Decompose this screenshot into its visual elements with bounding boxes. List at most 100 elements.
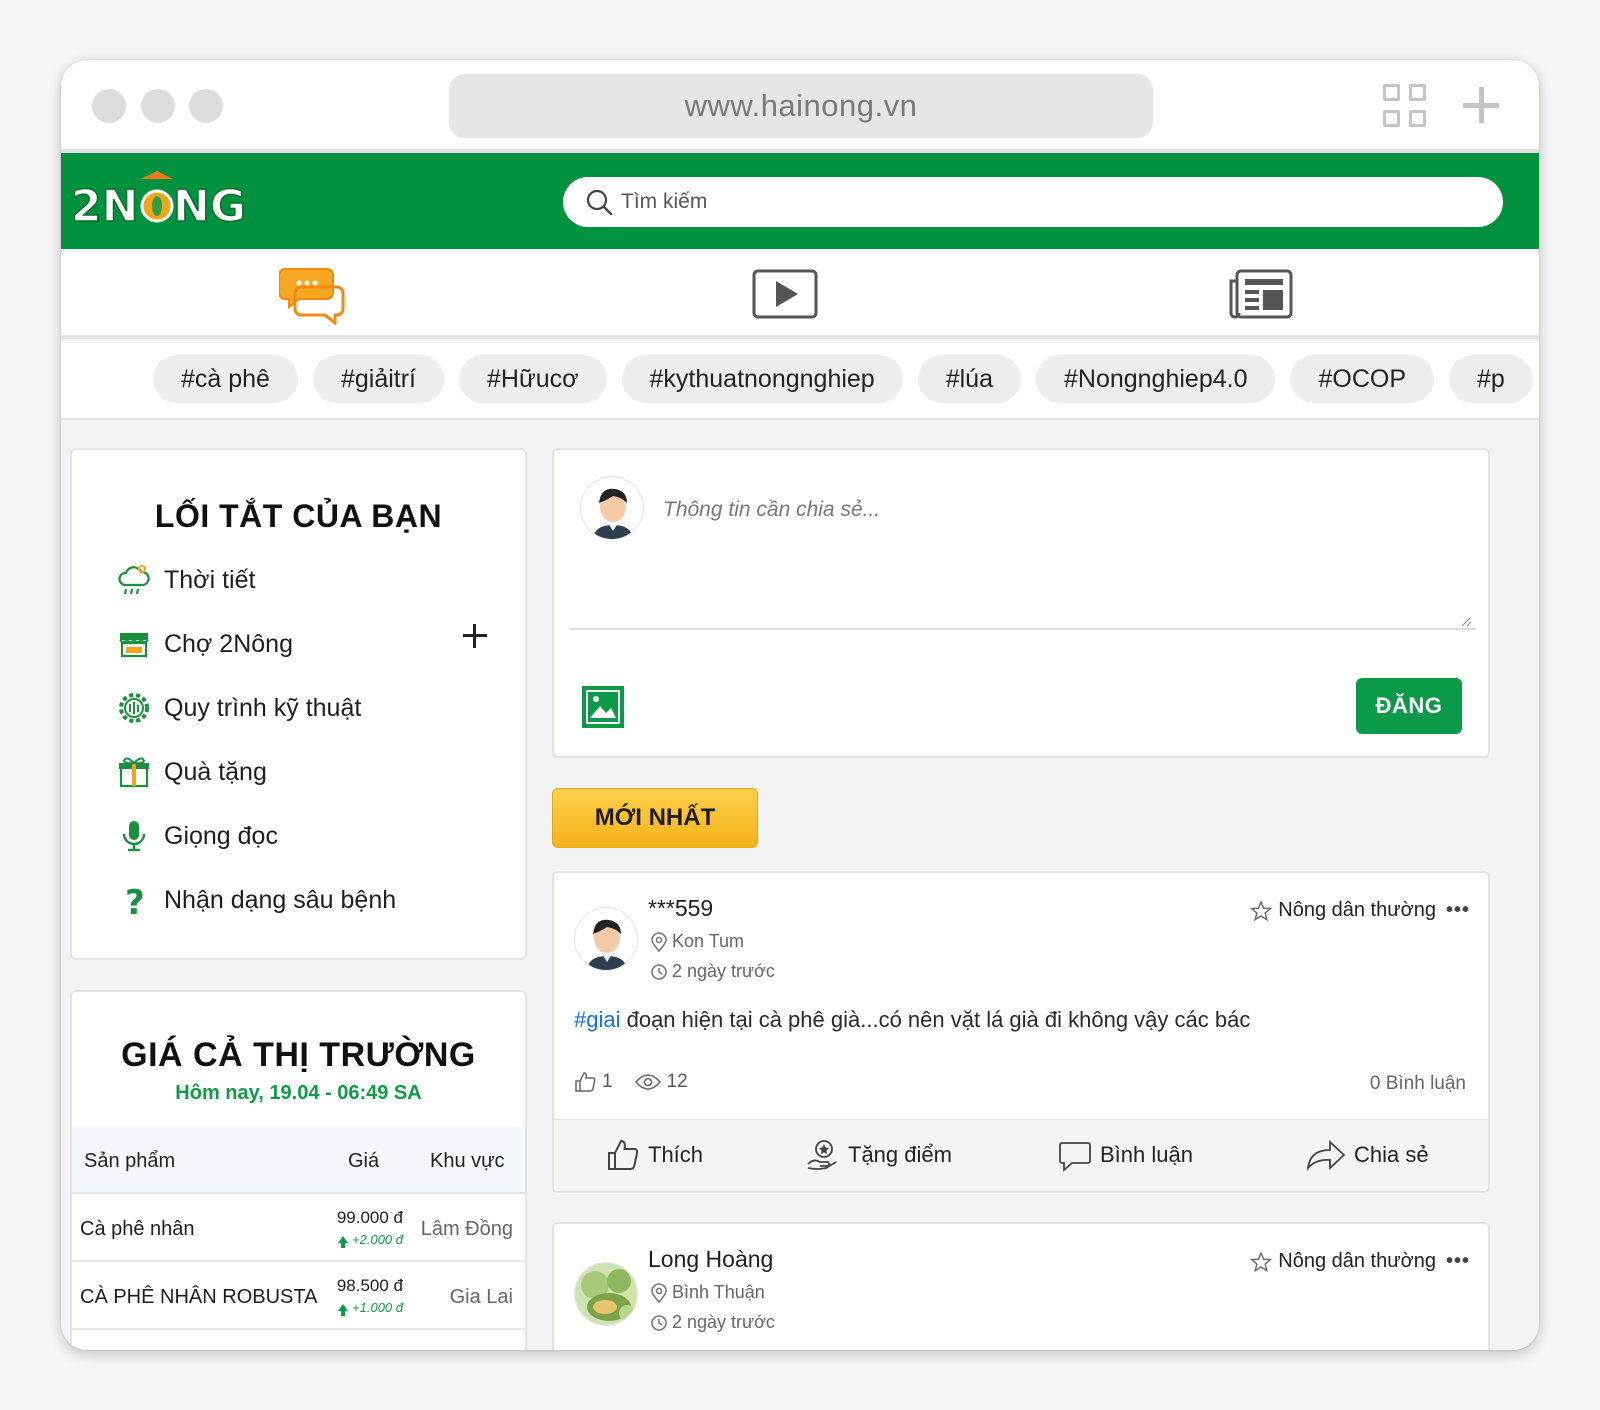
hashtag-chip[interactable]: #p — [1449, 355, 1533, 403]
arrow-up-icon — [338, 1236, 349, 1248]
search-input[interactable]: Tìm kiếm — [621, 190, 707, 214]
post-button[interactable]: ĐĂNG — [1356, 678, 1462, 734]
svg-text:NG: NG — [173, 181, 244, 231]
like-button[interactable]: Thích — [606, 1138, 703, 1172]
table-row[interactable]: CÀ PHÊ NHÂN ROBUSTA 98.500 đ +1.000 đ Gi… — [72, 1262, 525, 1330]
comment-icon — [1059, 1142, 1091, 1172]
hashtag-chip[interactable]: #Hữucơ — [459, 355, 607, 403]
window-maximize-dot[interactable] — [189, 89, 223, 123]
new-tab-plus-icon[interactable] — [1463, 87, 1499, 123]
gift-icon — [116, 754, 152, 790]
post-author[interactable]: Long Hoàng — [648, 1246, 773, 1273]
post-time: 2 ngày trước — [650, 1312, 775, 1333]
product-region: Gia Lai — [449, 1286, 513, 1308]
thumbs-up-icon — [608, 1139, 639, 1170]
share-arrow-icon — [1306, 1139, 1346, 1171]
user-avatar-photo — [575, 1263, 637, 1325]
hashtag-chip[interactable]: #OCOP — [1290, 355, 1435, 403]
post-composer: Thông tin cần chia sẻ... ĐĂNG — [552, 448, 1490, 758]
comment-button[interactable]: Bình luận — [1058, 1138, 1193, 1172]
post-location-text: Bình Thuận — [672, 1282, 765, 1302]
user-rank-text: Nông dân thường — [1278, 1250, 1436, 1272]
like-count-value: 1 — [602, 1071, 613, 1092]
shortcut-technical-process[interactable]: Quy trình kỹ thuật — [116, 688, 496, 728]
view-count: 12 — [634, 1071, 688, 1093]
price-change-value: +2.000 đ — [352, 1232, 403, 1247]
shortcuts-title: LỐI TẮT CỦA BẠN — [154, 498, 443, 534]
comment-label: Bình luận — [1100, 1142, 1193, 1167]
newspaper-icon[interactable] — [1227, 269, 1293, 324]
content-type-nav — [61, 249, 1539, 339]
add-image-icon[interactable] — [582, 686, 624, 728]
market-prices-card: GIÁ CẢ THỊ TRƯỜNG Hôm nay, 19.04 - 06:49… — [70, 990, 527, 1350]
chat-bubbles-icon[interactable] — [278, 265, 345, 330]
shortcut-label: Nhận dạng sâu bệnh — [164, 885, 397, 914]
post-author[interactable]: ***559 — [648, 895, 713, 922]
give-points-label: Tặng điểm — [848, 1142, 952, 1167]
logo-graphic: 2N NG — [70, 171, 247, 233]
market-title: GIÁ CẢ THỊ TRƯỜNG — [121, 1036, 476, 1074]
resize-handle-icon[interactable] — [1460, 618, 1472, 626]
column-header-price: Giá — [348, 1150, 380, 1172]
user-rank: Nông dân thường ••• — [1250, 899, 1470, 922]
feed-post: Long Hoàng Bình Thuận 2 ngày trước Nông … — [552, 1222, 1490, 1350]
post-actions-bar: Thích Tặng điểm Bình luận Chia sẻ — [554, 1119, 1488, 1191]
avatar[interactable] — [580, 476, 644, 540]
more-options-icon[interactable]: ••• — [1446, 1250, 1470, 1273]
arrow-up-icon — [338, 1304, 349, 1316]
window-close-dot[interactable] — [92, 89, 126, 123]
hashtag-bar: #cà phê #giảitrí #Hữucơ #kythuatnongnghi… — [61, 343, 1539, 420]
hashtag-chip[interactable]: #kythuatnongnghiep — [621, 355, 903, 403]
svg-text:?: ? — [125, 883, 145, 917]
tabs-grid-icon[interactable] — [1383, 84, 1427, 128]
shortcut-label: Quà tặng — [164, 757, 267, 786]
shortcut-weather[interactable]: Thời tiết — [116, 560, 496, 600]
shortcut-market[interactable]: Chợ 2Nông — [116, 624, 496, 664]
post-time: 2 ngày trước — [650, 961, 775, 982]
comment-count[interactable]: 0 Bình luận — [1370, 1073, 1466, 1095]
shortcut-label: Thời tiết — [164, 565, 256, 594]
search-icon — [586, 189, 613, 216]
post-location-text: Kon Tum — [672, 931, 745, 951]
post-location: Bình Thuận — [650, 1282, 765, 1303]
composer-input[interactable]: Thông tin cần chia sẻ... — [663, 498, 880, 522]
market-stall-icon — [116, 626, 152, 662]
post-text: đoạn hiện tại cà phê già...có nên vặt lá… — [620, 1007, 1251, 1032]
hashtag-chip[interactable]: #Nongnghiep4.0 — [1035, 355, 1276, 403]
hashtag-chip[interactable]: #giảitrí — [312, 355, 445, 403]
give-points-button[interactable]: Tặng điểm — [806, 1138, 952, 1172]
avatar[interactable] — [574, 1262, 638, 1326]
shortcuts-card: LỐI TẮT CỦA BẠN Thời tiết Chợ 2Nông Quy … — [70, 448, 527, 960]
window-minimize-dot[interactable] — [141, 89, 175, 123]
avatar[interactable] — [574, 907, 638, 971]
microphone-icon — [116, 818, 152, 854]
browser-window: www.hainong.vn 2N NG Tìm kiếm #cà phê #g… — [61, 60, 1539, 1350]
market-date: Hôm nay, 19.04 - 06:49 SA — [175, 1082, 422, 1104]
hashtag-chip[interactable]: #lúa — [917, 355, 1021, 403]
eye-icon — [634, 1074, 661, 1090]
user-avatar-icon — [581, 477, 643, 539]
shortcut-pest-recognition[interactable]: ? Nhận dạng sâu bệnh — [116, 880, 496, 920]
post-hashtag[interactable]: #giai — [574, 1007, 620, 1032]
video-play-icon[interactable] — [752, 269, 818, 324]
column-header-region: Khu vực — [430, 1150, 505, 1172]
search-bar[interactable]: Tìm kiếm — [563, 177, 1503, 227]
shortcut-voice[interactable]: Giọng đọc — [116, 816, 496, 856]
question-mark-icon: ? — [116, 882, 152, 918]
add-shortcut-plus-icon[interactable] — [463, 624, 487, 648]
shortcut-gifts[interactable]: Quà tặng — [116, 752, 496, 792]
post-location: Kon Tum — [650, 931, 744, 952]
newest-tab[interactable]: MỚI NHẤT — [552, 788, 758, 848]
give-points-icon — [807, 1140, 837, 1170]
hashtag-chip[interactable]: #cà phê — [153, 355, 298, 403]
svg-text:2N: 2N — [71, 181, 138, 231]
share-button[interactable]: Chia sẻ — [1306, 1138, 1429, 1172]
shortcut-label: Quy trình kỹ thuật — [164, 693, 362, 722]
address-bar[interactable]: www.hainong.vn — [449, 74, 1153, 138]
column-header-product: Sản phẩm — [84, 1150, 176, 1172]
shortcut-label: Giọng đọc — [164, 821, 278, 850]
site-logo[interactable]: 2N NG — [69, 171, 247, 233]
site-header: 2N NG Tìm kiếm — [61, 153, 1539, 249]
table-row[interactable]: Cà phê nhân 99.000 đ +2.000 đ Lâm Đồng — [72, 1194, 525, 1262]
more-options-icon[interactable]: ••• — [1446, 899, 1470, 922]
